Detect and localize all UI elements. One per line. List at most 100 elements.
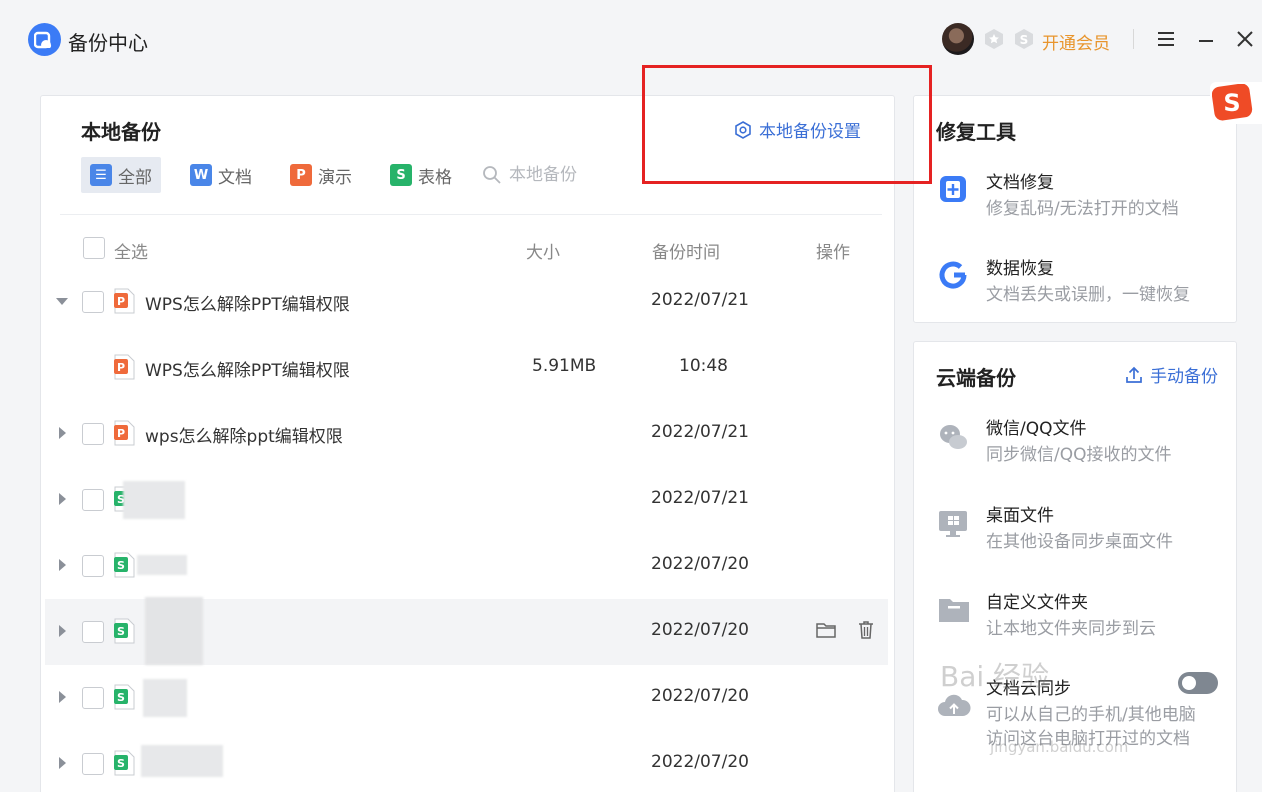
backup-time: 2022/07/20 bbox=[651, 554, 749, 574]
data-recovery-icon bbox=[939, 261, 967, 289]
backup-time: 2022/07/20 bbox=[651, 686, 749, 706]
table-row[interactable]: S 2022/07/20 bbox=[45, 597, 888, 665]
ppt-file-icon: P bbox=[114, 288, 135, 314]
doc-cloud-sync-toggle[interactable] bbox=[1178, 672, 1218, 694]
file-name: WPS怎么解除PPT编辑权限 bbox=[145, 295, 350, 315]
local-backup-panel: 本地备份 本地备份设置 ☰ 全部 W 文档 P 演示 S 表格 全选 大小 备份 bbox=[40, 95, 895, 792]
ppt-file-icon: P bbox=[114, 354, 135, 380]
repair-tools-card: 修复工具 文档修复 修复乱码/无法打开的文档 数据恢复 文档丢失或误删，一键恢复 bbox=[913, 95, 1237, 323]
wechat-qq-desc: 同步微信/QQ接收的文件 bbox=[986, 445, 1172, 465]
repair-tools-title: 修复工具 bbox=[936, 120, 1016, 144]
backup-time: 10:48 bbox=[679, 356, 728, 376]
spreadsheet-file-icon: S bbox=[114, 750, 135, 776]
wechat-qq-name: 微信/QQ文件 bbox=[986, 419, 1087, 439]
list-icon: ☰ bbox=[90, 164, 112, 186]
data-recovery-desc: 文档丢失或误删，一键恢复 bbox=[986, 285, 1190, 305]
chat-bubbles-icon bbox=[940, 425, 967, 449]
file-size: 5.91MB bbox=[532, 356, 597, 376]
member-badge-icon[interactable] bbox=[983, 28, 1005, 50]
ppt-file-icon: P bbox=[114, 420, 135, 446]
table-row[interactable]: P WPS怎么解除PPT编辑权限 5.91MB 10:48 bbox=[45, 335, 888, 401]
backup-time: 2022/07/20 bbox=[651, 752, 749, 772]
filter-tab-all[interactable]: ☰ 全部 bbox=[81, 157, 161, 193]
word-doc-icon: W bbox=[190, 164, 212, 186]
table-row[interactable]: P wps怎么解除ppt编辑权限 2022/07/21 bbox=[45, 401, 888, 467]
divider bbox=[60, 214, 882, 215]
row-checkbox[interactable] bbox=[82, 291, 104, 313]
filter-tab-doc[interactable]: W 文档 bbox=[181, 157, 261, 193]
super-member-badge-icon[interactable]: S bbox=[1013, 28, 1035, 50]
cloud-logo-icon bbox=[28, 23, 61, 56]
backup-list: P WPS怎么解除PPT编辑权限 2022/07/21 P WPS怎么解除PPT… bbox=[45, 269, 888, 792]
avatar[interactable] bbox=[942, 23, 974, 55]
row-checkbox[interactable] bbox=[82, 423, 104, 445]
filter-tab-label: 演示 bbox=[318, 167, 352, 188]
svg-text:S: S bbox=[1223, 89, 1240, 117]
doc-repair-desc: 修复乱码/无法打开的文档 bbox=[986, 199, 1179, 219]
highlight-annotation bbox=[642, 65, 932, 184]
doc-repair-item[interactable]: 文档修复 修复乱码/无法打开的文档 bbox=[936, 168, 1226, 228]
spreadsheet-file-icon: S bbox=[114, 684, 135, 710]
row-checkbox[interactable] bbox=[82, 621, 104, 643]
blurred-file-name bbox=[145, 597, 203, 665]
titlebar-divider bbox=[1133, 29, 1134, 49]
desktop-files-name: 桌面文件 bbox=[986, 506, 1054, 526]
filter-tab-ppt[interactable]: P 演示 bbox=[281, 157, 361, 193]
caret-right-icon[interactable] bbox=[55, 755, 69, 771]
sogou-ime-icon[interactable]: S bbox=[1210, 82, 1262, 124]
svg-text:S: S bbox=[117, 691, 125, 704]
search-input[interactable] bbox=[509, 165, 629, 185]
row-checkbox[interactable] bbox=[82, 555, 104, 577]
backup-time: 2022/07/20 bbox=[651, 620, 749, 640]
table-row[interactable]: S 2022/07/20 bbox=[45, 533, 888, 599]
search-icon bbox=[483, 166, 501, 184]
blurred-file-name bbox=[143, 679, 187, 717]
wechat-qq-files-item[interactable]: 微信/QQ文件 同步微信/QQ接收的文件 bbox=[936, 414, 1226, 474]
blurred-file-name bbox=[141, 745, 223, 777]
watermark: Bai 经验 bbox=[940, 660, 1050, 693]
svg-text:S: S bbox=[117, 757, 125, 770]
table-row[interactable]: S 2022/07/21 bbox=[45, 467, 888, 533]
row-checkbox[interactable] bbox=[82, 489, 104, 511]
close-icon[interactable] bbox=[1232, 26, 1258, 52]
desktop-files-item[interactable]: 桌面文件 在其他设备同步桌面文件 bbox=[936, 501, 1226, 561]
caret-right-icon[interactable] bbox=[55, 557, 69, 573]
custom-folder-desc: 让本地文件夹同步到云 bbox=[986, 619, 1156, 639]
upload-icon bbox=[1126, 366, 1142, 383]
table-row[interactable]: S 2022/07/20 bbox=[45, 731, 888, 792]
title-bar: 备份中心 S 开通会员 bbox=[0, 0, 1262, 80]
select-all-checkbox[interactable] bbox=[83, 237, 105, 259]
spreadsheet-icon: S bbox=[390, 164, 412, 186]
open-folder-icon[interactable] bbox=[815, 619, 837, 641]
spreadsheet-file-icon: S bbox=[114, 618, 135, 644]
filter-tab-label: 表格 bbox=[418, 167, 452, 188]
row-checkbox[interactable] bbox=[82, 753, 104, 775]
filter-tab-sheet[interactable]: S 表格 bbox=[381, 157, 461, 193]
manual-backup-button[interactable]: 手动备份 bbox=[1124, 362, 1218, 387]
caret-right-icon[interactable] bbox=[55, 623, 69, 639]
search-box[interactable] bbox=[481, 157, 629, 193]
custom-folder-item[interactable]: 自定义文件夹 让本地文件夹同步到云 bbox=[936, 588, 1226, 648]
trash-icon[interactable] bbox=[855, 619, 877, 641]
open-vip-link[interactable]: 开通会员 bbox=[1042, 29, 1110, 54]
caret-right-icon[interactable] bbox=[55, 689, 69, 705]
row-checkbox[interactable] bbox=[82, 687, 104, 709]
svg-text:S: S bbox=[117, 559, 125, 572]
desktop-monitor-icon bbox=[939, 511, 967, 537]
backup-time: 2022/07/21 bbox=[651, 488, 749, 508]
table-row[interactable]: P WPS怎么解除PPT编辑权限 2022/07/21 bbox=[45, 269, 888, 335]
column-backup-time: 备份时间 bbox=[652, 243, 720, 263]
data-recovery-name: 数据恢复 bbox=[986, 259, 1054, 279]
menu-icon[interactable] bbox=[1153, 26, 1179, 52]
column-size: 大小 bbox=[526, 243, 560, 263]
table-row[interactable]: S 2022/07/20 bbox=[45, 665, 888, 731]
caret-right-icon[interactable] bbox=[55, 491, 69, 507]
table-header: 全选 大小 备份时间 操作 bbox=[41, 229, 894, 269]
svg-text:S: S bbox=[117, 625, 125, 638]
minimize-icon[interactable] bbox=[1193, 26, 1219, 52]
caret-down-icon[interactable] bbox=[55, 293, 69, 309]
filter-bar: ☰ 全部 W 文档 P 演示 S 表格 bbox=[81, 157, 629, 193]
desktop-files-desc: 在其他设备同步桌面文件 bbox=[986, 532, 1173, 552]
data-recovery-item[interactable]: 数据恢复 文档丢失或误删，一键恢复 bbox=[936, 254, 1226, 314]
caret-right-icon[interactable] bbox=[55, 425, 69, 441]
